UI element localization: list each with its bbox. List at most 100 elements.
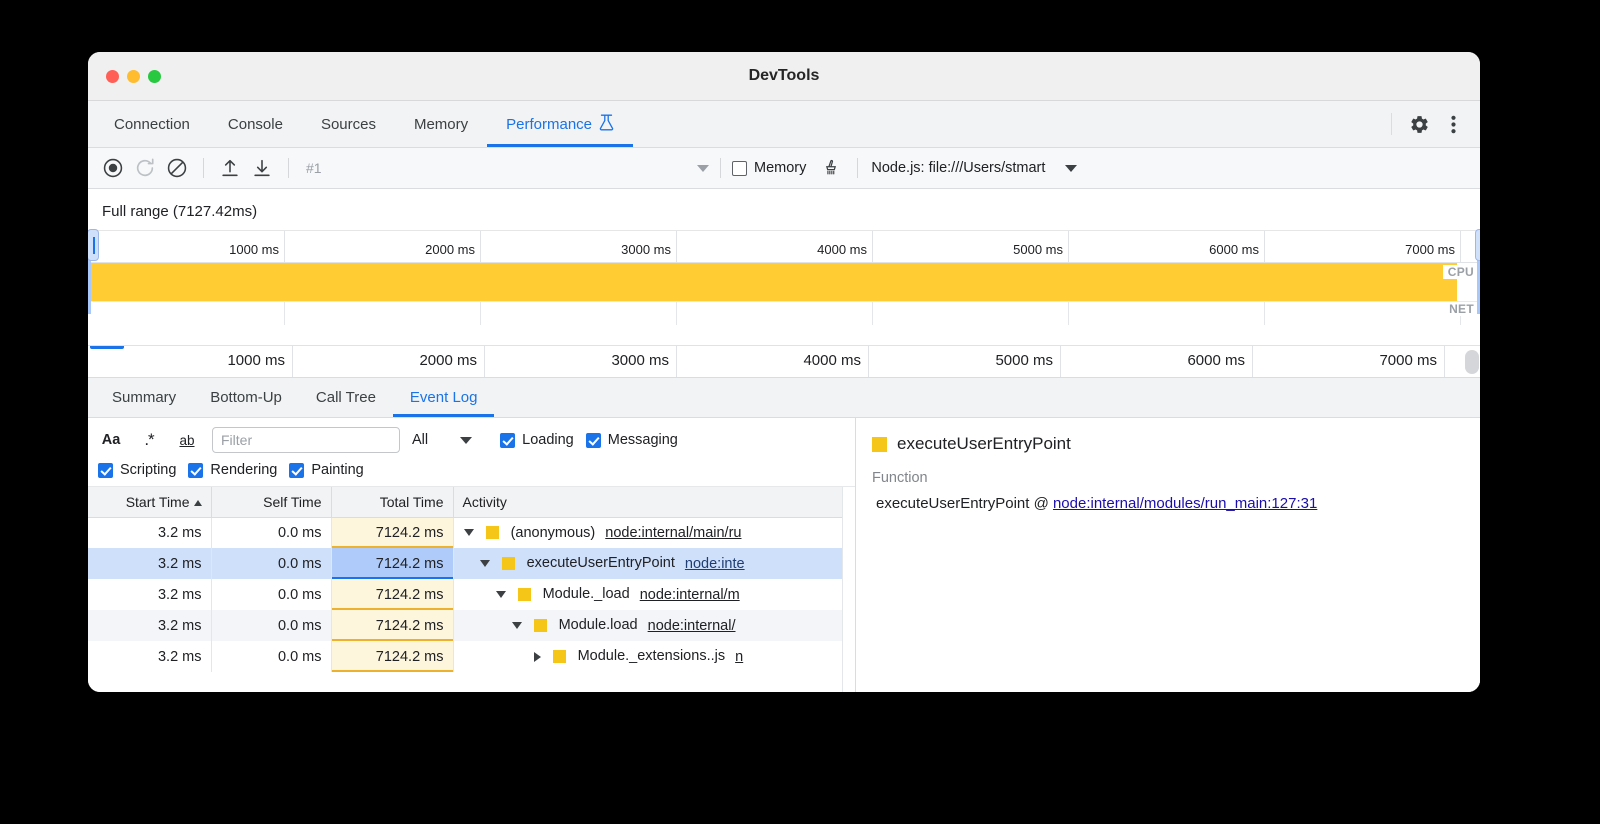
tab-label: Connection [114, 116, 190, 133]
tick-label: 6000 ms [1187, 352, 1245, 369]
close-window-button[interactable] [106, 70, 119, 83]
messaging-checkbox[interactable] [586, 433, 601, 448]
tick-label: 4000 ms [803, 352, 861, 369]
memory-checkbox[interactable] [732, 161, 747, 176]
detail-function-link[interactable]: node:internal/modules/run_main:127:31 [1053, 495, 1317, 512]
full-range-label: Full range (7127.42ms) [88, 189, 1480, 230]
tab-sources[interactable]: Sources [302, 101, 395, 147]
node-target-label[interactable]: Node.js: file:///Users/stmart [869, 160, 1045, 176]
column-start-time[interactable]: Start Time [88, 487, 211, 517]
panel-tab-bar: Connection Console Sources Memory Perfor… [88, 101, 1480, 148]
divider [203, 158, 204, 178]
activity-url[interactable]: node:internal/m [640, 587, 740, 603]
tab-connection[interactable]: Connection [95, 101, 209, 147]
memory-checkbox-row[interactable]: Memory [732, 160, 806, 176]
category-messaging[interactable]: Messaging [586, 432, 678, 448]
category-loading[interactable]: Loading [500, 432, 574, 448]
selection-right-handle[interactable] [1475, 229, 1480, 261]
download-profile-icon[interactable] [247, 153, 277, 183]
tab-performance[interactable]: Performance [487, 101, 633, 147]
tab-event-log[interactable]: Event Log [393, 378, 495, 417]
minimize-window-button[interactable] [127, 70, 140, 83]
match-case-icon[interactable]: Aa [98, 432, 124, 448]
activity-name: Module._extensions..js [578, 649, 726, 665]
detail-tab-bar: Summary Bottom-Up Call Tree Event Log [88, 378, 1480, 418]
tab-summary[interactable]: Summary [95, 378, 193, 417]
tab-call-tree[interactable]: Call Tree [299, 378, 393, 417]
tick-label: 1000 ms [227, 352, 285, 369]
tab-label: Sources [321, 116, 376, 133]
gridline [285, 302, 481, 325]
cell-total-time: 7124.2 ms [331, 517, 453, 548]
duration-filter-label[interactable]: All [412, 432, 428, 448]
tab-console[interactable]: Console [209, 101, 302, 147]
loading-checkbox[interactable] [500, 433, 515, 448]
selection-left-grip[interactable] [90, 345, 124, 349]
performance-toolbar: #1 Memory Node.js: file:///Users/stmart [88, 148, 1480, 189]
regex-icon[interactable]: .* [136, 430, 162, 450]
expander-open-icon[interactable] [496, 591, 506, 598]
maximize-window-button[interactable] [148, 70, 161, 83]
column-activity[interactable]: Activity [453, 487, 855, 517]
title-bar: DevTools [88, 52, 1480, 101]
category-swatch [486, 526, 499, 539]
profile-selector-label[interactable]: #1 [300, 160, 695, 176]
expander-open-icon[interactable] [512, 622, 522, 629]
chevron-down-icon[interactable] [697, 165, 709, 172]
pane-tab-label: Bottom-Up [210, 389, 282, 406]
gear-icon[interactable] [1404, 109, 1434, 139]
expander-open-icon[interactable] [480, 560, 490, 567]
activity-url[interactable]: node:internal/ [648, 618, 736, 634]
pane-tab-label: Summary [112, 389, 176, 406]
column-self-time[interactable]: Self Time [211, 487, 331, 517]
category-rendering[interactable]: Rendering [188, 462, 277, 478]
collect-garbage-icon[interactable] [816, 153, 846, 183]
cell-activity: Module._extensions..js n [453, 641, 855, 672]
table-vertical-scrollbar[interactable] [842, 487, 855, 692]
table-row[interactable]: 3.2 ms 0.0 ms 7124.2 ms Module._extensio… [88, 641, 855, 672]
activity-url[interactable]: node:inte [685, 556, 745, 572]
selection-left-handle[interactable] [88, 229, 99, 261]
whole-word-icon[interactable]: ab [174, 433, 200, 448]
expander-closed-icon[interactable] [534, 652, 541, 662]
network-track: NET [88, 301, 1480, 325]
detail-title-row: executeUserEntryPoint [872, 434, 1480, 454]
window-title: DevTools [88, 67, 1480, 85]
tab-label: Memory [414, 116, 468, 133]
category-scripting[interactable]: Scripting [98, 462, 176, 478]
activity-url[interactable]: n [735, 649, 743, 665]
tick: 5000 ms [869, 346, 1061, 377]
chevron-down-icon[interactable] [1065, 165, 1077, 172]
clear-icon[interactable] [162, 153, 192, 183]
kebab-menu-icon[interactable] [1438, 109, 1468, 139]
tab-bottom-up[interactable]: Bottom-Up [193, 378, 299, 417]
reload-record-icon[interactable] [130, 153, 160, 183]
flask-icon [599, 114, 614, 135]
upload-profile-icon[interactable] [215, 153, 245, 183]
painting-checkbox[interactable] [289, 463, 304, 478]
record-icon[interactable] [98, 153, 128, 183]
column-total-time[interactable]: Total Time [331, 487, 453, 517]
column-label: Activity [463, 494, 507, 510]
table-row[interactable]: 3.2 ms 0.0 ms 7124.2 ms executeUserEntry… [88, 548, 855, 579]
overview-grid[interactable]: 1000 ms 2000 ms 3000 ms 4000 ms 5000 ms … [88, 230, 1480, 345]
activity-url[interactable]: node:internal/main/ru [605, 525, 741, 541]
tick: 7000 ms [1265, 231, 1461, 262]
chevron-down-icon[interactable] [460, 437, 472, 444]
cell-self-time: 0.0 ms [211, 641, 331, 672]
filter-input[interactable] [212, 427, 400, 453]
tab-memory[interactable]: Memory [395, 101, 487, 147]
table-row[interactable]: 3.2 ms 0.0 ms 7124.2 ms Module.load [88, 610, 855, 641]
table-row[interactable]: 3.2 ms 0.0 ms 7124.2 ms (anonymous) [88, 517, 855, 548]
category-painting[interactable]: Painting [289, 462, 363, 478]
tick-label: 3000 ms [611, 352, 669, 369]
overview-scroll-handle[interactable] [1465, 350, 1479, 374]
event-log-filter-bar: Aa .* ab All Loading Messaging [88, 418, 855, 487]
category-swatch [872, 437, 887, 452]
expander-open-icon[interactable] [464, 529, 474, 536]
table-row[interactable]: 3.2 ms 0.0 ms 7124.2 ms Module._load [88, 579, 855, 610]
cell-activity: Module.load node:internal/ [453, 610, 855, 641]
rendering-checkbox[interactable] [188, 463, 203, 478]
scripting-checkbox[interactable] [98, 463, 113, 478]
tick-label: 6000 ms [1209, 242, 1259, 257]
